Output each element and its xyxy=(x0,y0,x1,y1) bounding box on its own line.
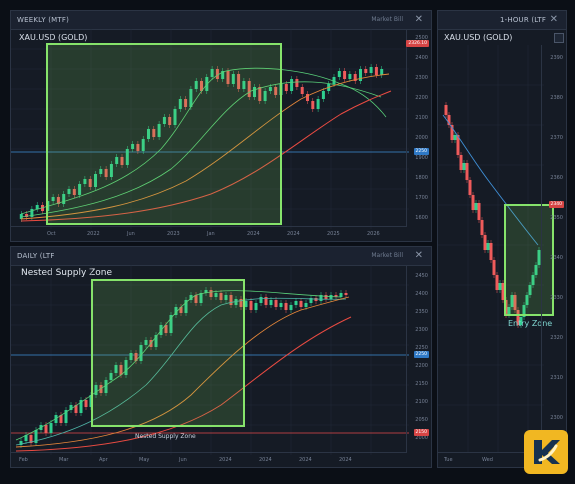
candle xyxy=(290,79,294,91)
daily-close-icon[interactable]: ✕ xyxy=(415,250,423,261)
daily-header: DAILY (LTF Market Bill ✕ xyxy=(11,247,431,266)
daily-title: DAILY (LTF xyxy=(17,252,55,260)
weekly-chart-panel: WEEKLY (MTF) Market Bill ✕ XAU.USD (GOLD… xyxy=(10,10,432,242)
weekly-close-icon[interactable]: ✕ xyxy=(415,14,423,25)
weekly-time-axis: Oct 2022 Jun 2023 Jan 2024 2024 2025 202… xyxy=(11,226,407,241)
candle xyxy=(254,303,258,310)
candle xyxy=(314,298,318,301)
weekly-header: WEEKLY (MTF) Market Bill ✕ xyxy=(11,11,431,30)
candle xyxy=(489,243,493,260)
daily-chart-panel: DAILY (LTF Market Bill ✕ Nested Supply Z… xyxy=(10,246,432,468)
candle xyxy=(339,293,343,297)
candle xyxy=(462,163,466,170)
candle xyxy=(295,79,299,87)
brand-logo-icon xyxy=(534,440,560,464)
candle xyxy=(465,163,469,180)
weekly-price-axis: 2500 2400 2300 2200 2100 2000 1900 1800 … xyxy=(406,29,431,227)
daily-time-axis: Feb Mar Apr May Jun 2024 2024 2024 2024 xyxy=(11,452,407,467)
brand-logo xyxy=(524,430,568,474)
candle xyxy=(477,203,481,220)
daily-supply-zone xyxy=(91,279,245,427)
candle xyxy=(284,303,288,310)
candle xyxy=(259,297,263,303)
weekly-price-tag: 2326.10 xyxy=(406,40,429,47)
candle xyxy=(453,135,457,140)
candle xyxy=(380,69,384,75)
candle xyxy=(343,71,347,79)
daily-zone-label: Nested Supply Zone xyxy=(135,433,196,440)
weekly-meta: Market Bill xyxy=(371,16,403,23)
candle xyxy=(321,91,325,99)
candle xyxy=(486,243,490,250)
candle xyxy=(480,220,484,235)
candle xyxy=(249,301,253,310)
candle xyxy=(311,101,315,109)
candle xyxy=(274,300,278,307)
hourly-grid-tool-icon[interactable] xyxy=(554,33,564,43)
candle xyxy=(483,235,487,250)
hourly-close-icon[interactable]: ✕ xyxy=(550,14,558,25)
candle xyxy=(459,155,463,170)
candle xyxy=(492,260,496,275)
candle xyxy=(84,400,88,407)
hourly-chart-panel: 1-HOUR (LTF ✕ XAU.USD (GOLD) Entry Zone … xyxy=(437,10,567,468)
candle xyxy=(359,69,362,81)
candle xyxy=(269,300,273,305)
weekly-title: WEEKLY (MTF) xyxy=(17,16,70,24)
daily-level-tag: 2250 xyxy=(413,351,429,358)
daily-price-axis: 2450 2400 2350 2300 2250 2200 2150 2100 … xyxy=(406,265,431,453)
candle xyxy=(44,425,48,433)
candle xyxy=(468,180,472,195)
hourly-price-tag: 2340 xyxy=(548,201,564,208)
candle xyxy=(444,105,448,115)
candle xyxy=(474,203,478,210)
candle xyxy=(344,293,348,295)
candle xyxy=(284,84,288,91)
candle xyxy=(304,303,308,307)
candle xyxy=(316,99,320,109)
candle xyxy=(348,74,352,79)
weekly-level-tag: 2250 xyxy=(413,148,429,155)
candle xyxy=(294,301,298,305)
candle xyxy=(279,303,283,307)
candle xyxy=(49,423,53,433)
candle xyxy=(364,69,368,73)
candle xyxy=(369,67,373,73)
hourly-price-axis: 2390 2380 2370 2360 2350 2340 2330 2320 … xyxy=(541,45,566,453)
daily-meta: Market Bill xyxy=(371,252,403,259)
candle xyxy=(495,275,499,290)
weekly-supply-zone xyxy=(46,43,282,225)
hourly-header: 1-HOUR (LTF ✕ xyxy=(438,11,566,30)
hourly-title: 1-HOUR (LTF xyxy=(500,16,547,24)
candle xyxy=(300,87,304,94)
candle xyxy=(498,283,502,290)
candle xyxy=(289,305,293,310)
candle xyxy=(299,301,303,307)
candle xyxy=(471,195,475,210)
daily-low-tag: 2150 xyxy=(413,429,429,436)
candle xyxy=(324,295,328,299)
candle xyxy=(374,67,378,75)
candle xyxy=(337,71,341,77)
hourly-symbol-label: XAU.USD (GOLD) xyxy=(444,33,513,42)
candle xyxy=(35,205,39,209)
